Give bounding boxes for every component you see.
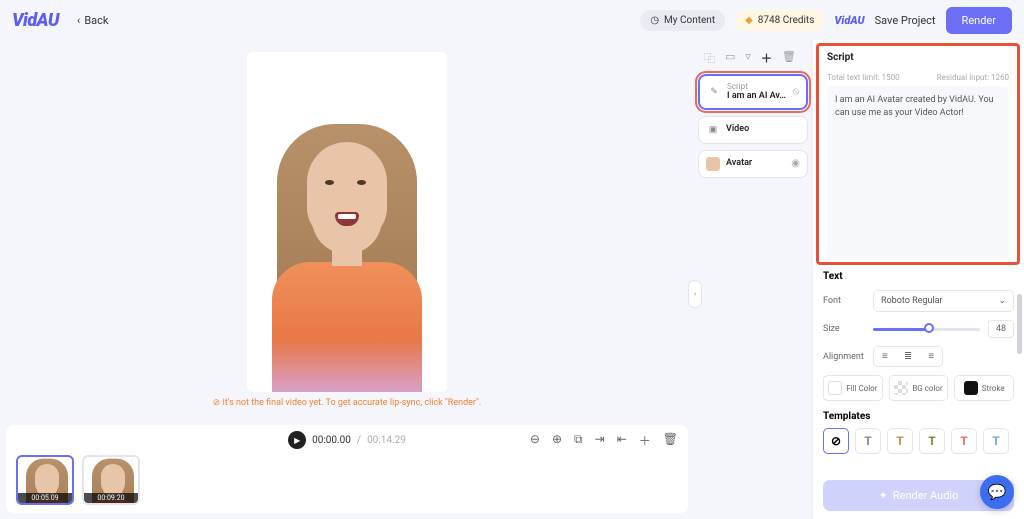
video-canvas[interactable]: [247, 52, 447, 392]
collapse-handle[interactable]: ›: [688, 280, 702, 308]
chevron-left-icon: ‹: [77, 14, 80, 27]
visibility-icon[interactable]: ⦸: [792, 86, 799, 97]
add-clip-icon[interactable]: ＋: [639, 432, 651, 449]
script-editor: Script Total text limit: 1500 Residual i…: [816, 43, 1020, 265]
avatar-portrait: [257, 112, 437, 392]
stroke-color-button[interactable]: Stroke: [954, 375, 1014, 401]
time-total: 00:14.29: [367, 435, 406, 446]
layer-video[interactable]: ▣ Video: [698, 116, 808, 144]
layer-avatar[interactable]: Avatar ◉: [698, 150, 808, 178]
text-panel-title: Text: [823, 271, 1014, 282]
time-current: 00:00.00: [312, 435, 351, 446]
template-none[interactable]: ⊘: [823, 428, 849, 454]
script-icon: ✎: [707, 85, 721, 99]
video-icon: ▣: [706, 123, 720, 137]
adjust-icon[interactable]: ⇥: [595, 432, 605, 449]
timeline-clip[interactable]: 00:09.20: [82, 455, 140, 505]
insert-icon[interactable]: ⇤: [617, 432, 627, 449]
align-right-button[interactable]: ≡: [920, 347, 942, 366]
timeline-clip[interactable]: 00:05.09: [16, 455, 74, 505]
sparkle-icon: ✦: [879, 489, 888, 502]
align-center-button[interactable]: ≣: [896, 347, 920, 366]
templates-title: Templates: [823, 411, 1014, 422]
chat-bubble-icon[interactable]: 💬: [980, 475, 1014, 509]
size-slider[interactable]: [873, 328, 980, 331]
delete-clip-icon[interactable]: 🗑: [663, 432, 678, 449]
zoom-out-icon[interactable]: ⊖: [530, 432, 540, 449]
my-content-button[interactable]: ◷ My Content: [640, 10, 725, 31]
align-label: Alignment: [823, 352, 873, 362]
render-hint: It's not the final video yet. To get acc…: [213, 398, 482, 408]
copy-icon[interactable]: ⧉: [574, 432, 583, 449]
layer-tool-icon[interactable]: ▿: [745, 50, 751, 66]
template-item[interactable]: T: [919, 428, 945, 454]
template-item[interactable]: T: [983, 428, 1009, 454]
clock-icon: ◷: [650, 15, 659, 26]
zoom-in-icon[interactable]: ⊕: [552, 432, 562, 449]
template-item[interactable]: T: [951, 428, 977, 454]
font-select[interactable]: Roboto Regular ⌄: [873, 290, 1014, 312]
canvas-column: It's not the final video yet. To get acc…: [0, 40, 694, 519]
layer-tool-icon[interactable]: ⿻: [704, 50, 715, 66]
script-residual: Residual input: 1260: [937, 73, 1009, 82]
credits-pill[interactable]: ◆ 8748 Credits: [735, 10, 824, 31]
back-label: Back: [84, 14, 108, 27]
back-button[interactable]: ‹ Back: [77, 14, 108, 27]
inspector-panel: Script Total text limit: 1500 Residual i…: [812, 40, 1024, 519]
script-title: Script: [827, 52, 1009, 63]
bg-color-button[interactable]: BG color: [889, 375, 949, 401]
time-sep: /: [357, 435, 361, 446]
script-limit: Total text limit: 1500: [827, 73, 900, 82]
avatar-thumb-icon: [706, 157, 720, 171]
brand-small: VidAU: [834, 14, 864, 27]
timeline: ▶ 00:00.00 / 00:14.29 ⊖ ⊕ ⧉ ⇥ ⇤ ＋ 🗑 00:0…: [6, 425, 688, 513]
visibility-icon[interactable]: ◉: [791, 158, 800, 169]
render-button[interactable]: Render: [946, 7, 1012, 34]
scrollbar[interactable]: [1017, 84, 1022, 504]
layer-tool-icon[interactable]: ▭: [725, 50, 735, 66]
chevron-down-icon: ⌄: [998, 296, 1006, 306]
clip-time: 00:09.20: [84, 493, 138, 503]
font-label: Font: [823, 296, 873, 306]
script-textarea[interactable]: I am an AI Avatar created by VidAU. You …: [827, 86, 1009, 258]
fill-color-button[interactable]: Fill Color: [823, 375, 883, 401]
size-label: Size: [823, 324, 873, 334]
template-item[interactable]: T: [855, 428, 881, 454]
clip-time: 00:05.09: [18, 493, 72, 503]
template-item[interactable]: T: [887, 428, 913, 454]
layers-panel: ⿻ ▭ ▿ ＋ 🗑 ✎ Script I am an AI Av... ⦸ ▣ …: [694, 40, 812, 519]
layer-script[interactable]: ✎ Script I am an AI Av... ⦸: [698, 74, 808, 110]
play-button[interactable]: ▶: [288, 431, 306, 449]
save-project-button[interactable]: Save Project: [875, 14, 936, 27]
diamond-icon: ◆: [745, 15, 753, 26]
logo: VidAU: [12, 10, 59, 31]
align-left-button[interactable]: ≡: [874, 347, 896, 366]
add-layer-icon[interactable]: ＋: [761, 50, 772, 66]
app-header: VidAU ‹ Back ◷ My Content ◆ 8748 Credits…: [0, 0, 1024, 40]
delete-layer-icon[interactable]: 🗑: [782, 50, 796, 66]
size-value[interactable]: 48: [988, 320, 1014, 338]
